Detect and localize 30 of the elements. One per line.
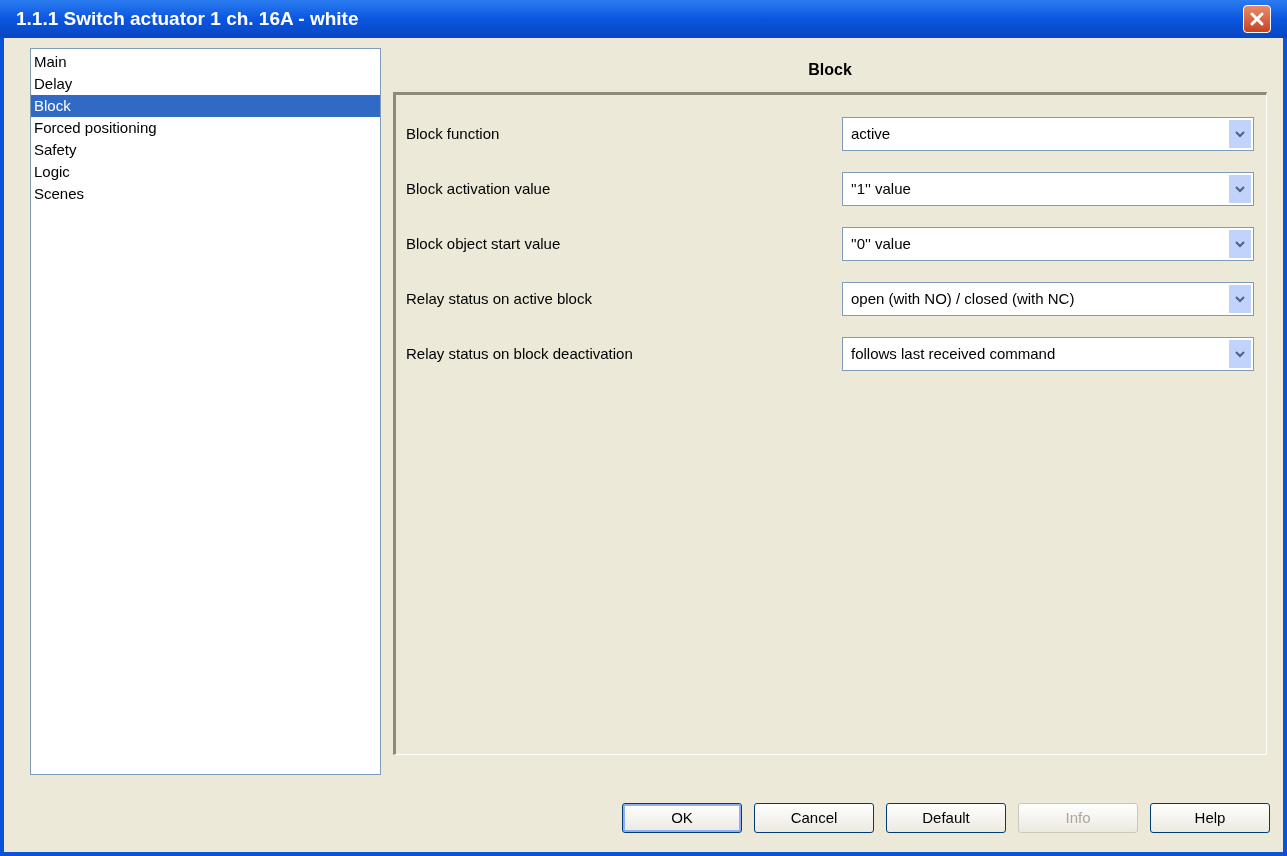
sidebar-item[interactable]: Main xyxy=(31,51,380,73)
dropdown[interactable]: ''0'' value xyxy=(842,227,1254,261)
sidebar-item[interactable]: Block xyxy=(31,95,380,117)
dialog-button[interactable]: Default xyxy=(886,803,1006,833)
parameter-label: Relay status on block deactivation xyxy=(406,343,633,364)
dropdown-value: follows last received command xyxy=(851,343,1056,364)
dropdown-value: ''0'' value xyxy=(851,233,911,254)
dropdown[interactable]: follows last received command xyxy=(842,337,1254,371)
dropdown[interactable]: active xyxy=(842,117,1254,151)
dropdown-value: active xyxy=(851,123,891,144)
dropdown-value: ''1'' value xyxy=(851,178,911,199)
close-icon xyxy=(1249,11,1265,27)
sidebar-item[interactable]: Safety xyxy=(31,139,380,161)
parameter-label: Block activation value xyxy=(406,178,551,199)
sidebar-item[interactable]: Scenes xyxy=(31,183,380,205)
dialog-button[interactable]: OK xyxy=(622,803,742,833)
sidebar-item[interactable]: Delay xyxy=(31,73,380,95)
dialog-button[interactable]: Help xyxy=(1150,803,1270,833)
window-title: 1.1.1 Switch actuator 1 ch. 16A - white xyxy=(16,6,359,31)
dialog-button[interactable]: Cancel xyxy=(754,803,874,833)
close-button[interactable] xyxy=(1243,5,1271,33)
dropdown[interactable]: ''1'' value xyxy=(842,172,1254,206)
dropdown-value: open (with NO) / closed (with NC) xyxy=(851,288,1075,309)
parameter-label: Block object start value xyxy=(406,233,561,254)
dropdown[interactable]: open (with NO) / closed (with NC) xyxy=(842,282,1254,316)
sidebar-item[interactable]: Forced positioning xyxy=(31,117,380,139)
parameter-label: Block function xyxy=(406,123,500,144)
parameter-label: Relay status on active block xyxy=(406,288,592,309)
sidebar-item[interactable]: Logic xyxy=(31,161,380,183)
panel-title: Block xyxy=(807,60,853,80)
